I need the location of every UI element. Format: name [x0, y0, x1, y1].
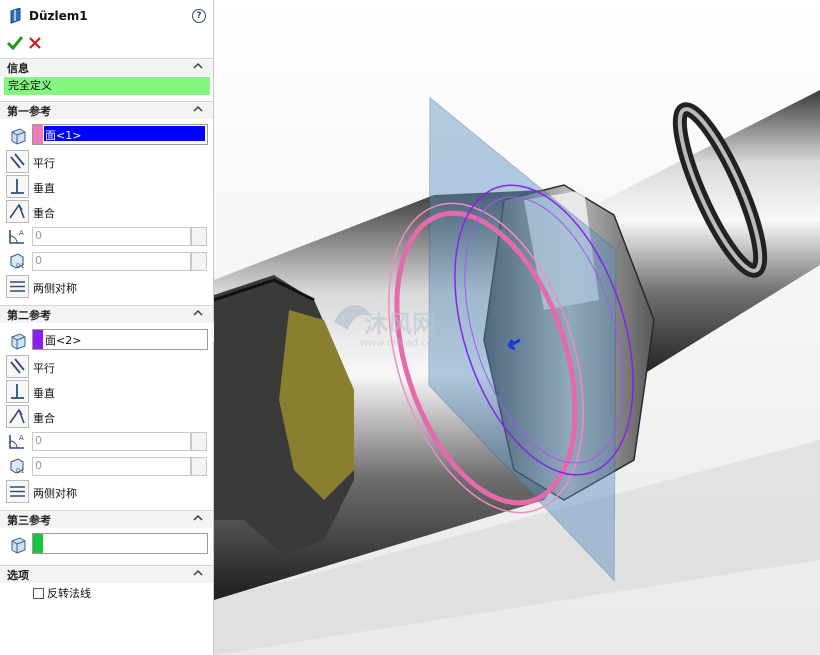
info-section-label: 信息	[7, 62, 29, 75]
distance-spinner[interactable]	[191, 457, 207, 476]
symmetric-button[interactable]	[6, 275, 29, 298]
coincident-button[interactable]	[6, 405, 29, 428]
distance-spinner[interactable]	[191, 252, 207, 271]
angle-value: 0	[35, 229, 42, 242]
second-ref-color-swatch	[33, 330, 43, 349]
perpendicular-label: 垂直	[33, 182, 55, 195]
first-ref-selection-box[interactable]: 面<1>	[32, 124, 208, 145]
angle-spinner[interactable]	[191, 432, 207, 451]
angle-value: 0	[35, 434, 42, 447]
x-icon[interactable]	[28, 35, 42, 51]
watermark-url: www.mfcad.com	[360, 338, 443, 349]
third-ref-label: 第三参考	[7, 514, 51, 527]
first-ref-color-swatch	[33, 125, 43, 144]
symmetric-icon	[10, 281, 25, 292]
symmetric-label: 两侧对称	[33, 282, 77, 295]
svg-text:A: A	[19, 229, 24, 237]
coincident-button[interactable]	[6, 200, 29, 223]
info-section-header[interactable]: 信息	[0, 58, 213, 76]
collapse-caret-icon[interactable]	[193, 569, 203, 577]
help-icon[interactable]: ?	[192, 9, 206, 23]
flip-normal-label: 反转法线	[47, 587, 91, 600]
face-select-icon	[11, 333, 26, 350]
collapse-caret-icon[interactable]	[193, 309, 203, 317]
angle-spinner[interactable]	[191, 227, 207, 246]
collapse-caret-icon[interactable]	[193, 514, 203, 522]
angle-icon: A	[9, 229, 24, 244]
perpendicular-icon	[11, 384, 24, 399]
perpendicular-icon	[11, 179, 24, 194]
distance-value: 0	[35, 254, 42, 267]
model-view[interactable]: 沐风网 www.mfcad.com	[214, 0, 820, 655]
angle-icon: A	[9, 434, 24, 449]
feature-title: Düzlem1	[29, 9, 88, 23]
third-ref-color-swatch	[33, 534, 43, 553]
symmetric-icon	[10, 486, 25, 497]
angle-input[interactable]: 0	[32, 227, 191, 246]
coincident-label: 重合	[33, 207, 55, 220]
options-label: 选项	[7, 569, 29, 582]
svg-text:D1: D1	[16, 263, 25, 270]
distance-value: 0	[35, 459, 42, 472]
second-ref-section-header[interactable]: 第二参考	[0, 305, 213, 323]
angle-input[interactable]: 0	[32, 432, 191, 451]
coincident-icon	[9, 408, 25, 424]
status-text: 完全定义	[8, 79, 52, 92]
title-bar: Düzlem1 ?	[0, 0, 213, 32]
check-icon[interactable]	[7, 35, 23, 51]
distance-icon: D1	[10, 253, 25, 270]
first-ref-section-header[interactable]: 第一参考	[0, 101, 213, 119]
distance-icon: D1	[10, 458, 25, 475]
parallel-icon	[10, 153, 25, 169]
third-ref-section-header[interactable]: 第三参考	[0, 510, 213, 528]
collapse-caret-icon[interactable]	[193, 62, 203, 70]
distance-input[interactable]: 0	[32, 457, 191, 476]
first-ref-label: 第一参考	[7, 105, 51, 118]
first-ref-selection-text: 面<1>	[45, 129, 82, 142]
parallel-button[interactable]	[6, 150, 29, 173]
coincident-label: 重合	[33, 412, 55, 425]
symmetric-button[interactable]	[6, 480, 29, 503]
property-manager: Düzlem1 ? 信息 完全定义 第一参考 面<1> 平行 垂直 重合 A 0…	[0, 0, 214, 655]
symmetric-label: 两侧对称	[33, 487, 77, 500]
face-select-icon	[11, 128, 26, 145]
status-message: 完全定义	[4, 77, 210, 95]
plane-feature-icon	[10, 8, 21, 24]
watermark-brand: 沐风网	[364, 310, 436, 338]
parallel-label: 平行	[33, 157, 55, 170]
options-section-header[interactable]: 选项	[0, 565, 213, 583]
parallel-button[interactable]	[6, 355, 29, 378]
second-ref-selection-box[interactable]: 面<2>	[32, 329, 208, 350]
parallel-icon	[10, 358, 25, 374]
svg-text:D1: D1	[16, 468, 25, 475]
perpendicular-button[interactable]	[6, 175, 29, 198]
coincident-icon	[9, 203, 25, 219]
collapse-caret-icon[interactable]	[193, 105, 203, 113]
third-ref-selection-box[interactable]	[32, 533, 208, 554]
perpendicular-label: 垂直	[33, 387, 55, 400]
flip-normal-checkbox[interactable]	[33, 588, 44, 599]
parallel-label: 平行	[33, 362, 55, 375]
perpendicular-button[interactable]	[6, 380, 29, 403]
graphics-viewport[interactable]: 沐风网 www.mfcad.com	[214, 0, 820, 655]
face-select-icon	[11, 537, 26, 554]
distance-input[interactable]: 0	[32, 252, 191, 271]
second-ref-selection-text: 面<2>	[45, 334, 82, 347]
svg-text:A: A	[19, 434, 24, 442]
second-ref-label: 第二参考	[7, 309, 51, 322]
